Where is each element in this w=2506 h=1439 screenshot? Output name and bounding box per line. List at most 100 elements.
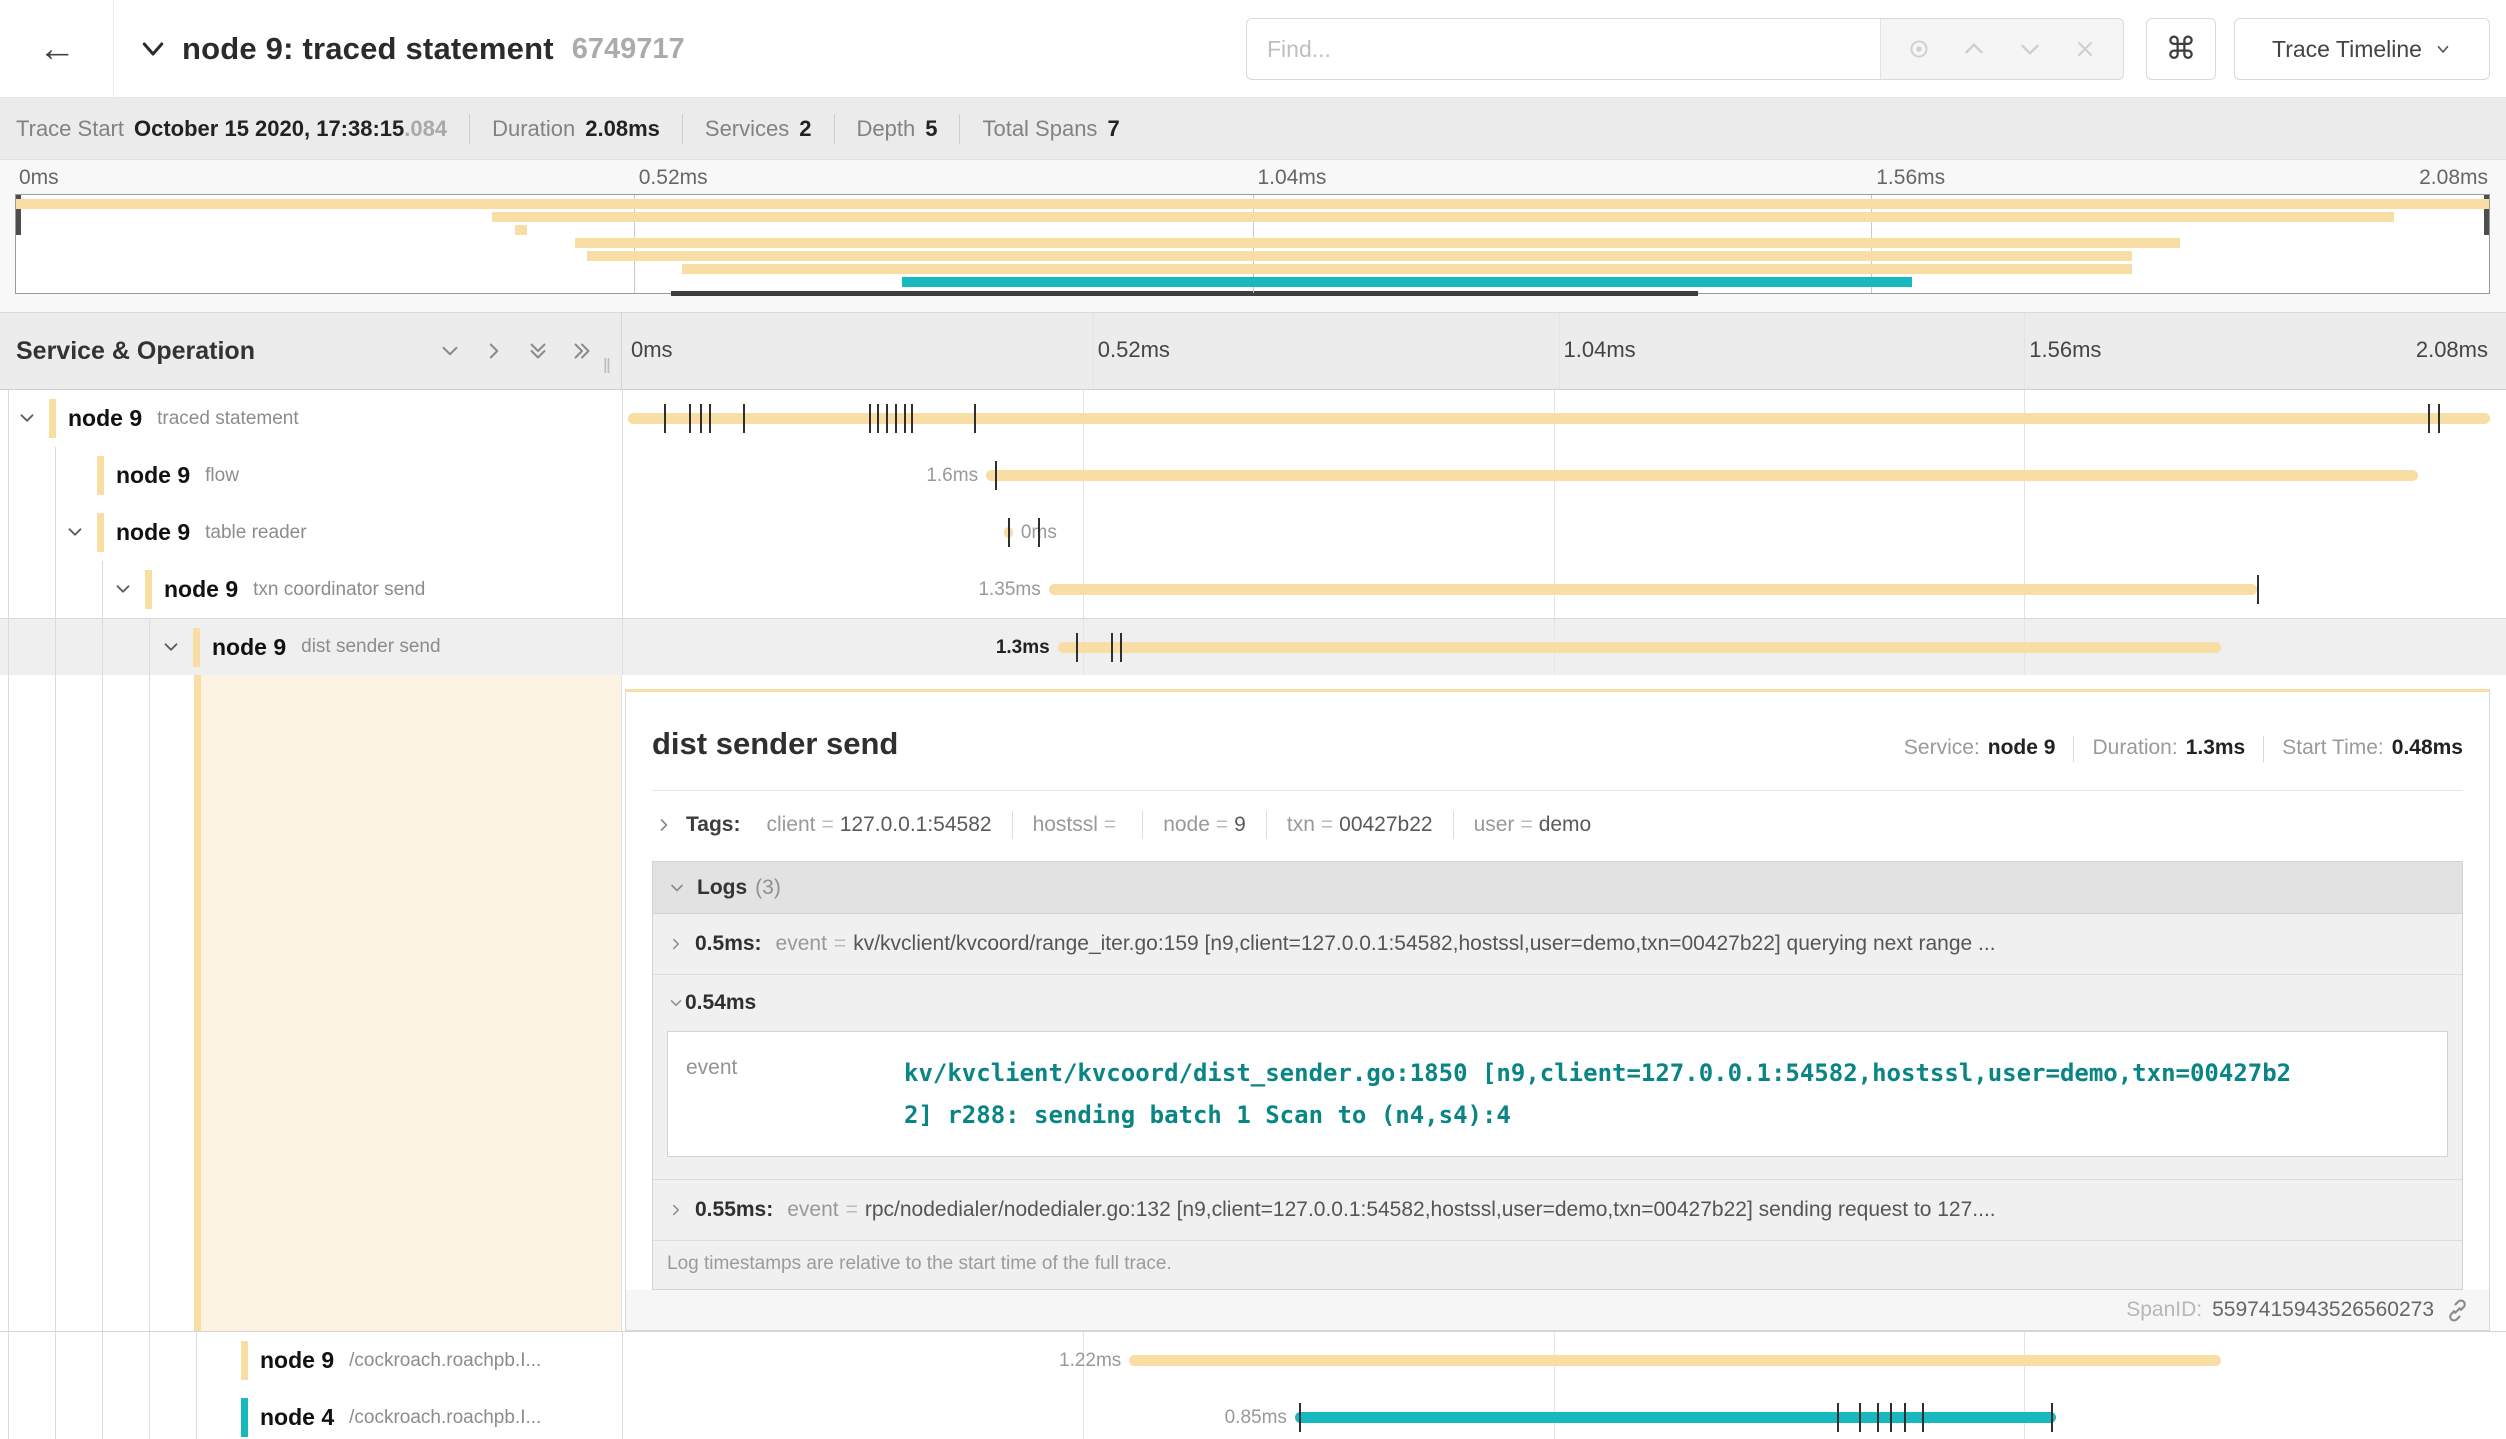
trace-meta-label: Services xyxy=(705,116,789,142)
operation-name: flow xyxy=(205,465,239,487)
tag-key: txn xyxy=(1287,813,1315,836)
span-row[interactable]: node 9traced statement xyxy=(0,390,2506,447)
tree-guide-line xyxy=(8,619,9,675)
span-timeline-column[interactable]: 1.35ms xyxy=(622,561,2506,618)
trace-view-select[interactable]: Trace Timeline xyxy=(2234,18,2490,80)
span-plot: 1.22ms xyxy=(628,1332,2490,1389)
timeline-axis: 0ms0.52ms1.04ms1.56ms2.08ms xyxy=(622,313,2506,389)
chevron-down-icon[interactable] xyxy=(160,636,182,663)
minimap-scroll-indicator[interactable] xyxy=(671,291,1697,296)
span-duration-bar[interactable] xyxy=(1295,1412,2056,1423)
span-duration-bar[interactable] xyxy=(1049,584,2258,595)
chevron-right-icon xyxy=(654,815,674,835)
span-row[interactable]: node 9/cockroach.roachpb.I...1.22ms xyxy=(0,1332,2506,1389)
service-name: node 9 xyxy=(164,576,238,603)
chevron-down-icon[interactable] xyxy=(112,578,134,605)
keyboard-shortcuts-button[interactable]: ⌘ xyxy=(2146,18,2216,80)
span-color-swatch xyxy=(193,628,200,667)
span-duration-bar[interactable] xyxy=(1058,642,2222,653)
back-button[interactable]: ← xyxy=(22,26,92,72)
divider xyxy=(113,0,114,98)
expand-one-icon[interactable] xyxy=(481,338,507,364)
log-event-tick xyxy=(664,404,666,433)
chevron-right-icon xyxy=(667,1201,685,1219)
span-row[interactable]: node 9dist sender send1.3ms xyxy=(0,618,2506,675)
log-entry-1[interactable]: 0.5ms: event = kv/kvclient/kvcoord/range… xyxy=(653,914,2462,974)
axis-tick-label: 1.56ms xyxy=(2029,337,2101,363)
span-name-column: node 9table reader xyxy=(0,504,622,561)
span-duration-bar[interactable] xyxy=(628,413,2490,424)
next-match-icon[interactable] xyxy=(2013,32,2047,66)
span-labels: node 9table reader xyxy=(116,504,307,561)
chevron-down-icon[interactable] xyxy=(16,407,38,434)
tag-item: user=demo xyxy=(1454,811,1612,839)
collapse-trace-icon[interactable] xyxy=(138,34,168,64)
chevron-down-icon xyxy=(667,878,687,898)
tree-guide-line xyxy=(8,390,9,447)
span-row[interactable]: node 9flow1.6ms xyxy=(0,447,2506,504)
span-timeline-column[interactable]: 1.22ms xyxy=(622,1332,2506,1389)
span-timeline-column[interactable] xyxy=(622,390,2506,447)
log-event-tick xyxy=(886,404,888,433)
column-resize-handle[interactable]: ‖ xyxy=(603,356,613,379)
tags-accordion[interactable]: Tags: client=127.0.0.1:54582hostssl=node… xyxy=(652,791,2463,861)
span-row[interactable]: node 9table reader 0ms xyxy=(0,504,2506,561)
span-color-swatch xyxy=(145,570,152,609)
deep-link-icon[interactable] xyxy=(2444,1297,2471,1324)
tag-item: node=9 xyxy=(1143,811,1267,839)
trace-meta-value: 7 xyxy=(1107,116,1119,142)
log-event-tick xyxy=(1904,1403,1906,1432)
find-group xyxy=(1246,18,2124,80)
log-entry-2-header[interactable]: 0.54ms xyxy=(653,975,2462,1025)
jaeger-trace-view: ← node 9: traced statement 6749717 xyxy=(0,0,2506,1439)
log-event-tick xyxy=(1120,633,1122,662)
log-value: rpc/nodedialer/nodedialer.go:132 [n9,cli… xyxy=(865,1198,1996,1222)
logs-accordion: Logs (3) 0.5ms: event = kv/kvclient/kvco… xyxy=(652,861,2463,1290)
prev-match-icon[interactable] xyxy=(1957,32,1991,66)
span-timeline-column[interactable]: 0ms xyxy=(622,504,2506,561)
focus-match-icon[interactable] xyxy=(1902,32,1936,66)
log-timestamp: 0.54ms xyxy=(685,991,756,1015)
gridline xyxy=(1559,313,1560,389)
expand-all-icon[interactable] xyxy=(569,338,595,364)
trace-meta-label: Depth xyxy=(857,116,916,142)
span-labels: node 9txn coordinator send xyxy=(164,561,425,618)
span-row[interactable]: node 4/cockroach.roachpb.I...0.85ms xyxy=(0,1389,2506,1439)
find-input[interactable] xyxy=(1246,18,1880,80)
span-duration-label: 0.85ms xyxy=(1225,1407,1287,1429)
log-event-tick xyxy=(895,404,897,433)
clear-find-icon[interactable] xyxy=(2068,32,2102,66)
tag-equals: = xyxy=(1210,813,1234,836)
log-event-tick xyxy=(689,404,691,433)
detail-indent-column xyxy=(0,675,622,1331)
logs-count: (3) xyxy=(755,876,781,900)
span-duration-bar[interactable] xyxy=(986,470,2418,481)
tag-key: client xyxy=(766,813,815,836)
collapse-one-icon[interactable] xyxy=(437,338,463,364)
span-row[interactable]: node 9txn coordinator send 1.35ms xyxy=(0,561,2506,618)
log-event-tick xyxy=(1922,1403,1924,1432)
operation-name: traced statement xyxy=(157,408,299,430)
span-timeline-column[interactable]: 0.85ms xyxy=(622,1389,2506,1439)
span-duration-label: 1.35ms xyxy=(978,579,1040,601)
span-duration-bar[interactable] xyxy=(1129,1355,2221,1366)
span-name-column: node 9traced statement xyxy=(0,390,622,447)
minimap-graph[interactable] xyxy=(15,194,2490,294)
log-entry-3[interactable]: 0.55ms: event = rpc/nodedialer/nodediale… xyxy=(653,1179,2462,1240)
tree-guide-line xyxy=(8,561,9,618)
collapse-all-icon[interactable] xyxy=(525,338,551,364)
span-timeline-column[interactable]: 1.6ms xyxy=(622,447,2506,504)
trace-meta-value: 5 xyxy=(925,116,937,142)
chevron-down-icon[interactable] xyxy=(64,521,86,548)
span-plot: 1.3ms xyxy=(628,619,2490,675)
tree-guide-line xyxy=(149,1389,150,1439)
span-name-column: node 9/cockroach.roachpb.I... xyxy=(0,1332,622,1389)
tag-key: hostssl xyxy=(1033,813,1098,836)
span-timeline-column[interactable]: 1.3ms xyxy=(622,619,2506,675)
axis-tick-label: 2.08ms xyxy=(2416,337,2488,363)
logs-header[interactable]: Logs (3) xyxy=(653,862,2462,914)
gridline xyxy=(1093,313,1094,389)
span-color-swatch xyxy=(97,513,104,552)
log-event-tick xyxy=(743,404,745,433)
tree-guide-line xyxy=(149,675,150,1331)
